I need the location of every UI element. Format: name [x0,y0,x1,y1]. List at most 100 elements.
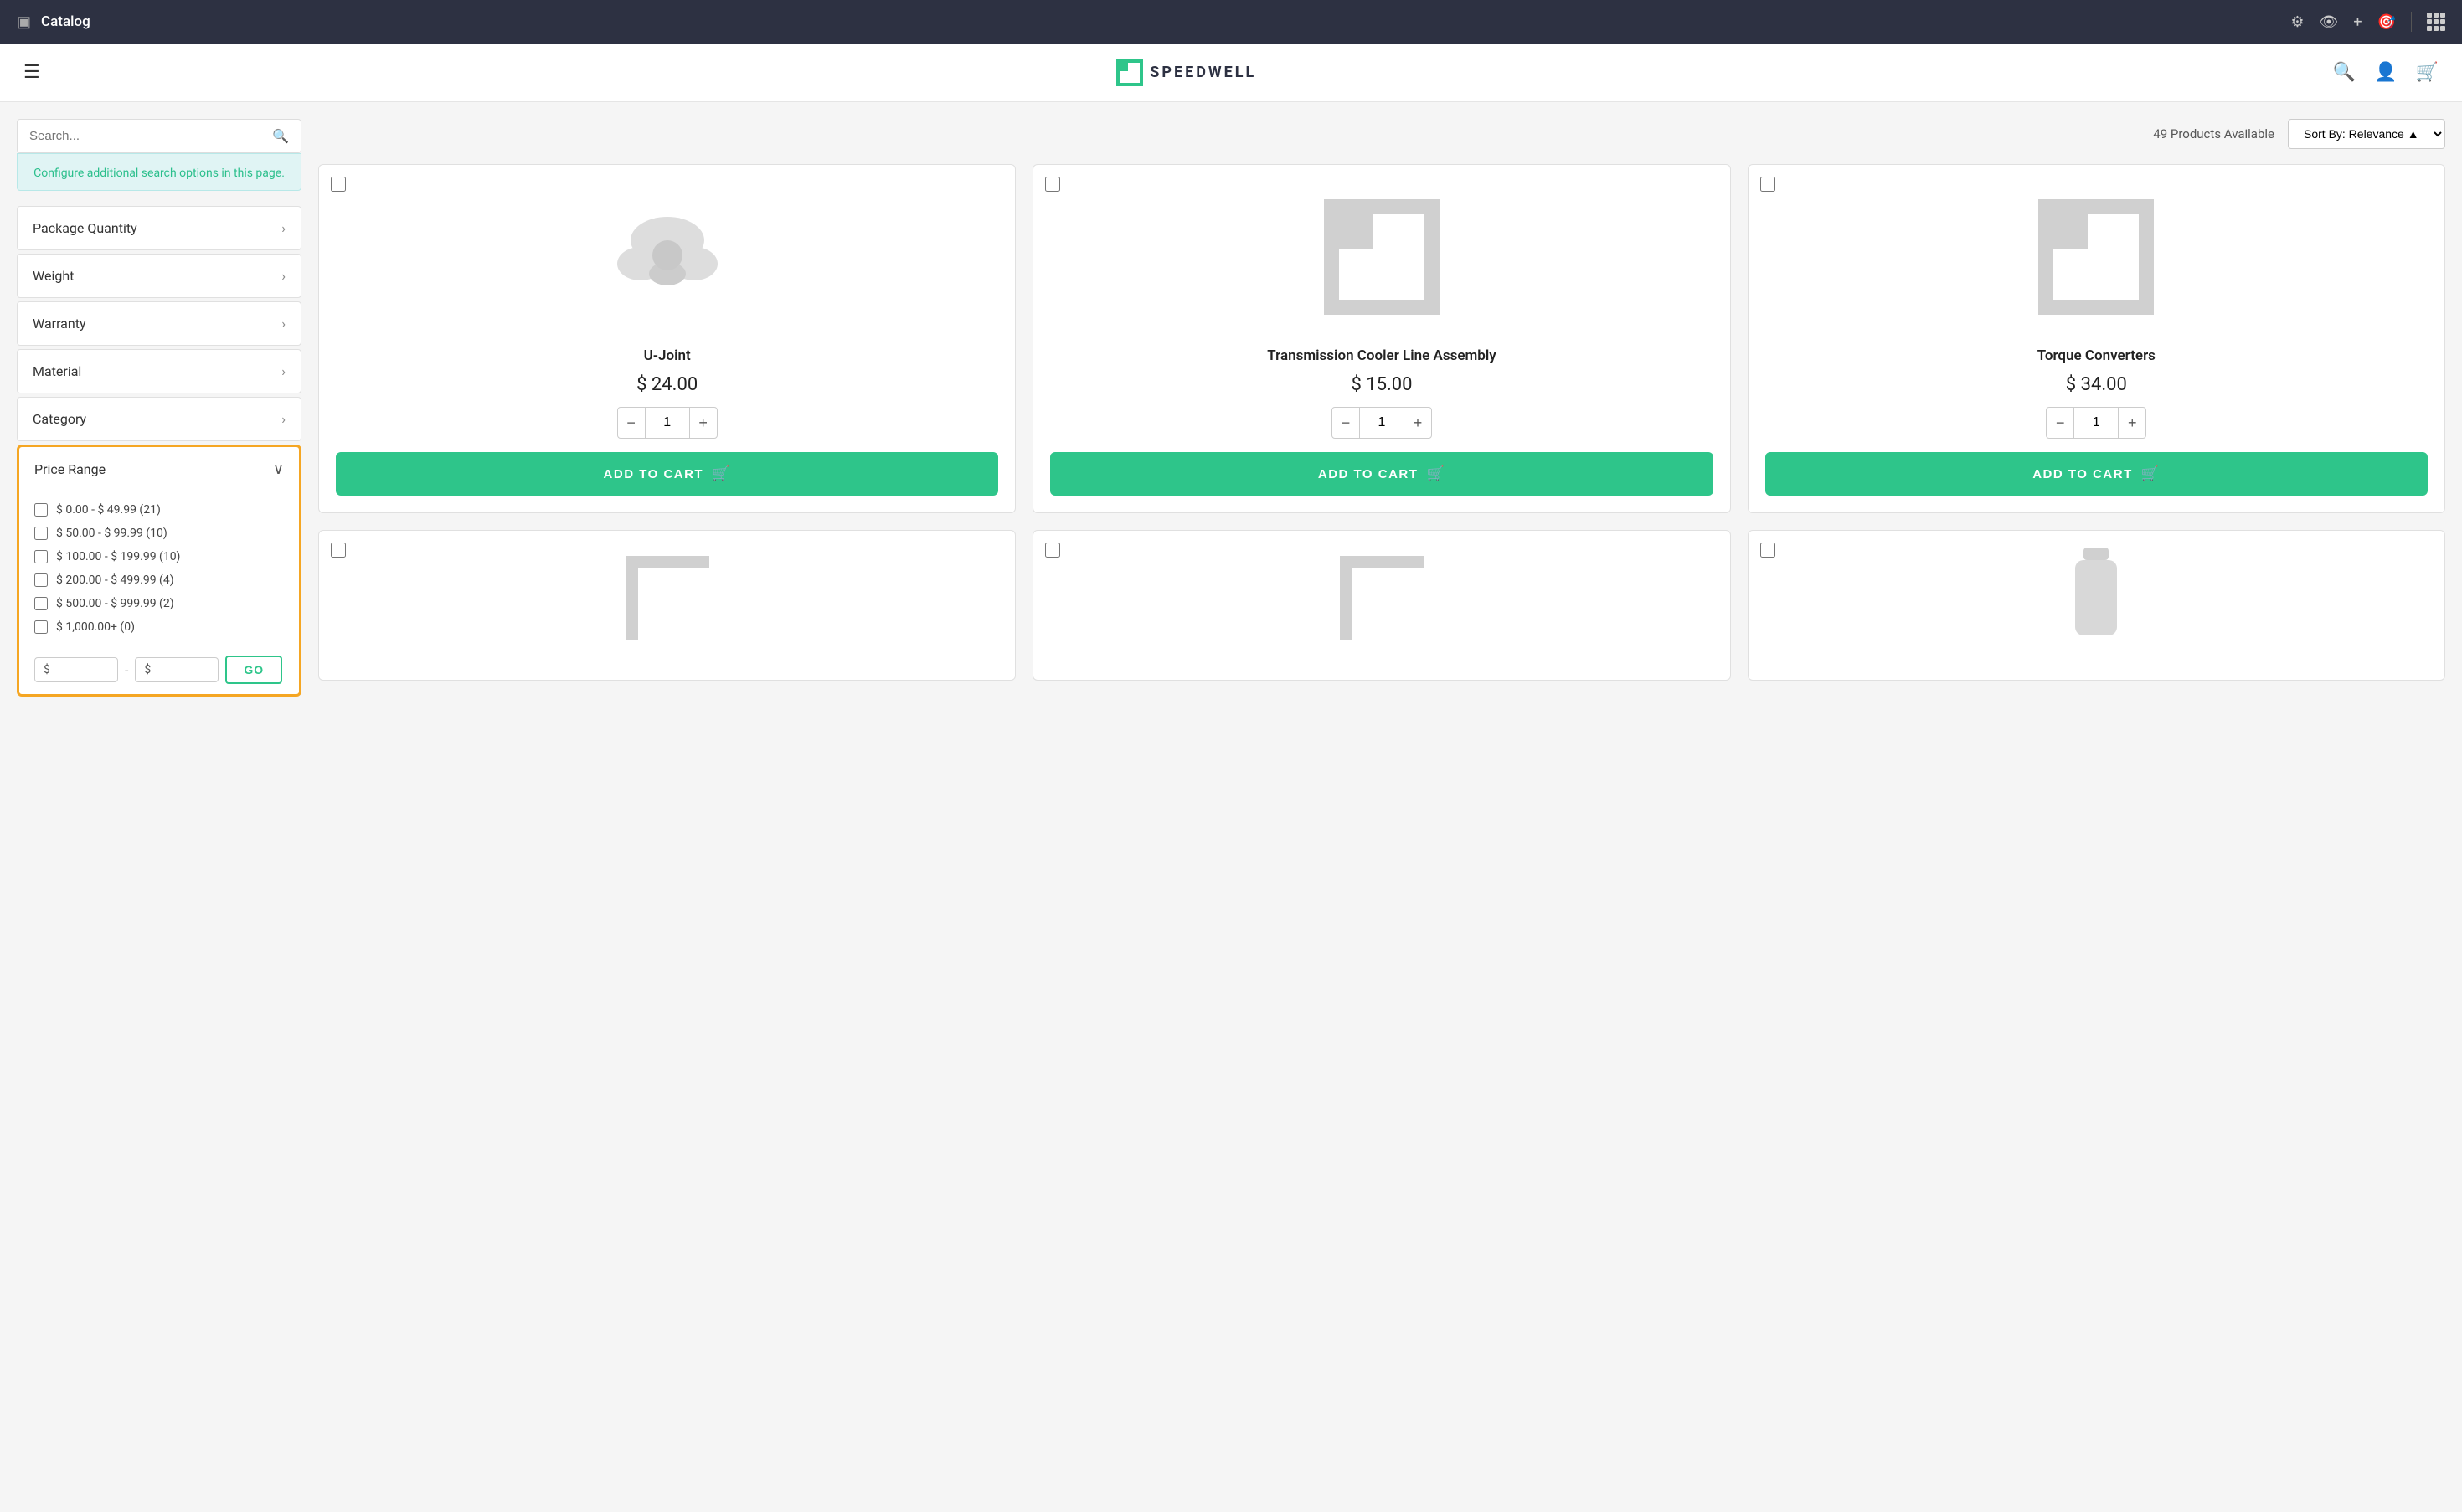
product-card: U-Joint $ 24.00 − + ADD TO CART 🛒 [318,164,1016,513]
filter-package-quantity-label: Package Quantity [33,220,137,236]
product-image [1306,182,1457,332]
settings-icon[interactable]: ⚙ [2290,13,2304,31]
price-range-inputs: $ - $ GO [19,645,299,691]
search-config-banner: Configure additional search options in t… [17,153,301,191]
header-actions: 🔍 👤 🛒 [2333,62,2439,83]
quantity-decrease-button[interactable]: − [617,407,646,439]
product-select-checkbox[interactable] [1760,543,1775,558]
product-card: Torque Converters $ 34.00 − + ADD TO CAR… [1748,164,2445,513]
top-bar-actions: ⚙ 👁 + 🎯 [2290,12,2445,32]
list-item: $ 500.00 - $ 999.99 (2) [34,592,284,615]
list-item: $ 50.00 - $ 99.99 (10) [34,522,284,545]
chevron-right-icon: › [281,363,286,379]
quantity-decrease-button[interactable]: − [1331,407,1360,439]
quantity-increase-button[interactable]: + [2118,407,2146,439]
quantity-increase-button[interactable]: + [689,407,718,439]
filter-price-range-header[interactable]: Price Range ∨ [19,447,299,491]
quantity-control: − + [617,407,718,439]
list-item: $ 1,000.00+ (0) [34,615,284,639]
price-range-dash: - [125,662,128,678]
price-range-check-3[interactable] [34,573,48,587]
chevron-right-icon: › [281,220,286,236]
product-area: 49 Products Available Sort By: Relevance… [318,119,2445,697]
add-to-cart-label: ADD TO CART [2032,467,2133,481]
quantity-input[interactable] [646,407,689,439]
preview-icon[interactable]: 👁 [2320,13,2339,31]
quantity-increase-button[interactable]: + [1404,407,1432,439]
price-range-label-1: $ 50.00 - $ 99.99 (10) [56,527,167,540]
main-layout: 🔍 Configure additional search options in… [0,102,2462,713]
filter-category-header[interactable]: Category › [18,398,301,440]
sort-select[interactable]: Sort By: Relevance ▲ Price: Low to High … [2288,119,2445,149]
product-select-checkbox[interactable] [1045,543,1060,558]
quantity-input[interactable] [2074,407,2118,439]
product-image [2021,548,2171,648]
add-to-cart-button[interactable]: ADD TO CART 🛒 [1050,452,1713,496]
chevron-right-icon: › [281,316,286,332]
price-range-label-5: $ 1,000.00+ (0) [56,620,135,634]
price-range-check-4[interactable] [34,597,48,610]
filter-package-quantity-header[interactable]: Package Quantity › [18,207,301,249]
filter-weight: Weight › [17,254,301,298]
product-grid: U-Joint $ 24.00 − + ADD TO CART 🛒 [318,164,2445,681]
filter-weight-header[interactable]: Weight › [18,255,301,297]
search-icon[interactable]: 🔍 [2333,62,2356,83]
product-card: Transmission Cooler Line Assembly $ 15.0… [1033,164,1730,513]
filter-material: Material › [17,349,301,393]
grid-icon[interactable] [2427,13,2445,31]
product-select-checkbox[interactable] [331,543,346,558]
user-icon[interactable]: 👤 [2374,62,2397,83]
price-min-input[interactable] [54,663,112,676]
price-range-check-2[interactable] [34,550,48,563]
cart-icon: 🛒 [2141,465,2161,482]
add-to-cart-label: ADD TO CART [604,467,704,481]
search-config-link[interactable]: Configure additional search options in t… [33,167,285,180]
filter-category: Category › [17,397,301,441]
globe-icon[interactable]: 🎯 [2377,13,2396,31]
quantity-decrease-button[interactable]: − [2046,407,2074,439]
hamburger-menu-icon[interactable]: ☰ [23,62,40,83]
logo-placeholder-image [1315,190,1449,324]
product-name: Transmission Cooler Line Assembly [1267,347,1496,364]
price-range-label-4: $ 500.00 - $ 999.99 (2) [56,597,174,610]
price-range-label-0: $ 0.00 - $ 49.99 (21) [56,503,161,517]
sidebar-toggle-icon[interactable]: ▣ [17,13,31,31]
currency-symbol-max: $ [144,663,151,676]
price-range-label-3: $ 200.00 - $ 499.99 (4) [56,573,174,587]
add-to-cart-label: ADD TO CART [1318,467,1419,481]
product-select-checkbox[interactable] [1045,177,1060,192]
logo-placeholder-image-2 [2029,190,2163,324]
price-range-check-5[interactable] [34,620,48,634]
add-to-cart-button[interactable]: ADD TO CART 🛒 [1765,452,2428,496]
filter-price-range-label: Price Range [34,461,106,477]
logo-text: SPEEDWELL [1150,64,1256,81]
product-price: $ 15.00 [1351,374,1412,395]
product-header: 49 Products Available Sort By: Relevance… [318,119,2445,149]
search-input[interactable] [29,129,272,143]
header: ☰ SPEEDWELL 🔍 👤 🛒 [0,44,2462,102]
price-range-go-button[interactable]: GO [225,656,282,684]
list-item: $ 200.00 - $ 499.99 (4) [34,568,284,592]
price-range-check-1[interactable] [34,527,48,540]
divider [2411,12,2412,32]
chevron-right-icon: › [281,411,286,427]
bracket-image [617,548,718,648]
list-item: $ 0.00 - $ 49.99 (21) [34,498,284,522]
product-select-checkbox[interactable] [331,177,346,192]
add-to-cart-button[interactable]: ADD TO CART 🛒 [336,452,998,496]
price-range-check-0[interactable] [34,503,48,517]
product-select-checkbox[interactable] [1760,177,1775,192]
add-icon[interactable]: + [2353,13,2362,31]
price-max-input[interactable] [154,663,213,676]
filter-material-label: Material [33,363,81,379]
search-box: 🔍 [17,119,301,153]
filter-warranty-label: Warranty [33,316,86,332]
quantity-input[interactable] [1360,407,1404,439]
chevron-down-icon: ∨ [273,460,284,478]
cart-icon[interactable]: 🛒 [2416,62,2439,83]
bottle-image [2063,548,2130,648]
quantity-control: − + [1331,407,1432,439]
filter-material-header[interactable]: Material › [18,350,301,393]
filter-price-range: Price Range ∨ $ 0.00 - $ 49.99 (21) $ 50… [17,445,301,697]
filter-warranty-header[interactable]: Warranty › [18,302,301,345]
